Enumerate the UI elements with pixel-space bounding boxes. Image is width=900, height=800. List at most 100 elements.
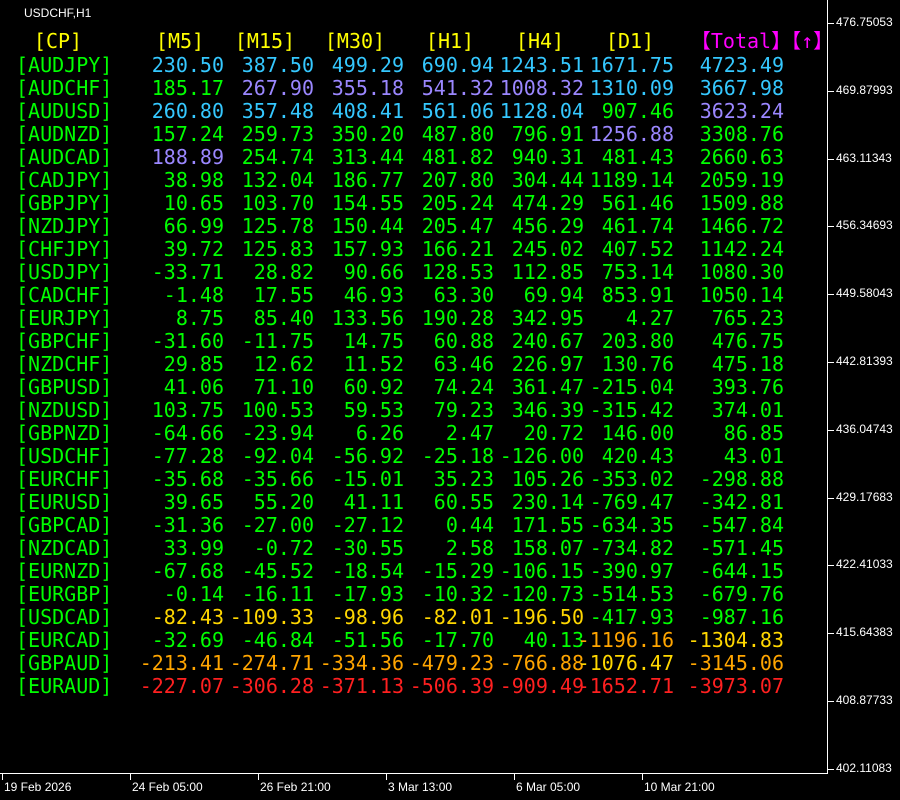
value-cell: 203.80 — [601, 329, 674, 353]
value-cell: -0.14 — [163, 582, 224, 606]
value-cell: 60.92 — [343, 375, 404, 399]
time-tick — [642, 774, 643, 780]
value-cell: 100.53 — [241, 398, 314, 422]
value-cell: 132.04 — [241, 168, 314, 192]
value-cell: -644.15 — [699, 559, 784, 583]
value-cell: -31.36 — [151, 513, 224, 537]
value-cell: 0.44 — [445, 513, 494, 537]
value-cell: 29.85 — [163, 352, 224, 376]
price-label: 436.04743 — [836, 421, 893, 436]
price-label: 469.87993 — [836, 82, 893, 97]
price-axis[interactable]: 476.75053 469.87993 463.11343 456.34693 449.… — [828, 0, 900, 775]
value-cell: 4723.49 — [699, 53, 784, 77]
value-cell: -30.55 — [331, 536, 404, 560]
value-cell: 408.41 — [331, 99, 404, 123]
value-cell: 125.78 — [241, 214, 314, 238]
value-cell: 260.80 — [151, 99, 224, 123]
table-row: [USDJPY] -33.71 28.82 90.66 128.53 112.85 753.… — [0, 261, 800, 283]
value-cell: 1256.88 — [589, 122, 674, 146]
table-row: [GBPCHF] -31.60 -11.75 14.75 60.88 240.67 203.… — [0, 330, 800, 352]
pair-label: [EURUSD] — [16, 490, 113, 514]
price-label: 408.87733 — [836, 693, 893, 707]
value-cell: 41.06 — [163, 375, 224, 399]
value-cell: 90.66 — [343, 260, 404, 284]
pair-label: [NZDUSD] — [16, 398, 113, 422]
value-cell: 487.80 — [421, 122, 494, 146]
value-cell: -56.92 — [331, 444, 404, 468]
value-cell: 765.23 — [711, 306, 784, 330]
value-cell: 158.07 — [511, 536, 584, 560]
value-cell: -342.81 — [699, 490, 784, 514]
price-label: 422.41033 — [836, 557, 893, 572]
value-cell: 79.23 — [433, 398, 494, 422]
value-cell: 63.46 — [433, 352, 494, 376]
pair-label: [GBPCAD] — [16, 513, 113, 537]
pair-label: [EURAUD] — [16, 674, 113, 698]
value-cell: 185.17 — [151, 76, 224, 100]
value-cell: 39.65 — [163, 490, 224, 514]
column-header-0: [CP] — [33, 29, 83, 53]
table-row: [NZDUSD] 103.75 100.53 59.53 79.23 346.39 -315… — [0, 399, 800, 421]
value-cell: 690.94 — [421, 53, 494, 77]
value-cell: 85.40 — [253, 306, 314, 330]
value-cell: 66.99 — [163, 214, 224, 238]
time-tick — [2, 774, 3, 780]
value-cell: -571.45 — [699, 536, 784, 560]
value-cell: -16.11 — [241, 582, 314, 606]
value-cell: -27.12 — [331, 513, 404, 537]
value-cell: -306.28 — [229, 674, 314, 698]
value-cell: 41.11 — [343, 490, 404, 514]
value-cell: -33.71 — [151, 260, 224, 284]
value-cell: 154.55 — [331, 191, 404, 215]
table-row: [GBPAUD] -213.41 -274.71 -334.36 -479.23 -766… — [0, 652, 800, 674]
value-cell: -734.82 — [589, 536, 674, 560]
time-axis[interactable]: 19 Feb 2026 24 Feb 05:00 26 Feb 21:00 3 Mar… — [0, 774, 828, 800]
value-cell: 71.10 — [253, 375, 314, 399]
price-label: 442.81393 — [836, 354, 893, 368]
value-cell: -106.15 — [499, 559, 584, 583]
value-cell: 420.43 — [601, 444, 674, 468]
value-cell: 2.58 — [445, 536, 494, 560]
time-tick — [386, 774, 387, 780]
table-row: [NZDJPY] 66.99 125.78 150.44 205.47 456.29 461… — [0, 215, 800, 237]
value-cell: 481.82 — [421, 145, 494, 169]
value-cell: 186.77 — [331, 168, 404, 192]
column-header-2: [M15] — [234, 29, 296, 53]
value-cell: -82.01 — [421, 605, 494, 629]
value-cell: 86.85 — [723, 421, 784, 445]
value-cell: 1310.09 — [589, 76, 674, 100]
column-header-1: [M5] — [155, 29, 205, 53]
value-cell: -77.28 — [151, 444, 224, 468]
value-cell: 74.24 — [433, 375, 494, 399]
pair-label: [NZDCAD] — [16, 536, 113, 560]
price-tick — [828, 90, 834, 92]
pair-label: [GBPCHF] — [16, 329, 113, 353]
value-cell: 60.55 — [433, 490, 494, 514]
value-cell: -18.54 — [331, 559, 404, 583]
value-cell: 1142.24 — [699, 237, 784, 261]
value-cell: -3973.07 — [687, 674, 784, 698]
value-cell: -92.04 — [241, 444, 314, 468]
value-cell: 60.88 — [433, 329, 494, 353]
pair-label: [EURGBP] — [16, 582, 113, 606]
value-cell: 254.74 — [241, 145, 314, 169]
table-row: [GBPUSD] 41.06 71.10 60.92 74.24 361.47 -215.0… — [0, 376, 800, 398]
value-cell: 8.75 — [175, 306, 224, 330]
value-cell: 476.75 — [711, 329, 784, 353]
value-cell: -227.07 — [139, 674, 224, 698]
value-cell: -417.93 — [589, 605, 674, 629]
value-cell: 245.02 — [511, 237, 584, 261]
value-cell: 561.46 — [601, 191, 674, 215]
value-cell: 259.73 — [241, 122, 314, 146]
value-cell: 1050.14 — [699, 283, 784, 307]
value-cell: -371.13 — [319, 674, 404, 698]
value-cell: 12.62 — [253, 352, 314, 376]
value-cell: -35.68 — [151, 467, 224, 491]
value-cell: -679.76 — [699, 582, 784, 606]
value-cell: 313.44 — [331, 145, 404, 169]
value-cell: -766.88 — [499, 651, 584, 675]
chart-area[interactable]: USDCHF,H1 [CP] [M5] [M15] [M30] [H1] [H4] [D1]… — [0, 0, 833, 774]
value-cell: 103.70 — [241, 191, 314, 215]
pair-label: [EURNZD] — [16, 559, 113, 583]
value-cell: 461.74 — [601, 214, 674, 238]
